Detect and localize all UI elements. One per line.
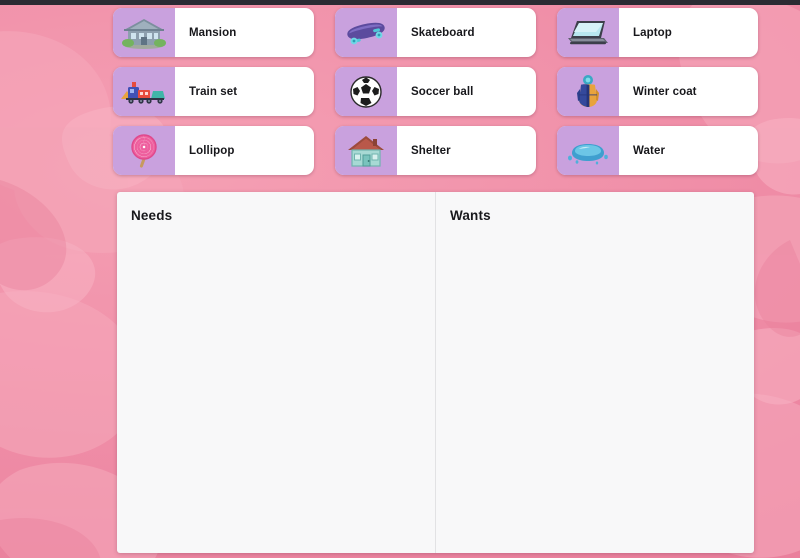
water-icon	[557, 126, 619, 175]
item-card-label: Winter coat	[633, 85, 697, 98]
item-card-label: Soccer ball	[411, 85, 474, 98]
item-card-label: Skateboard	[411, 26, 475, 39]
laptop-icon	[557, 8, 619, 57]
sorting-drop-panel: Needs Wants	[117, 192, 754, 553]
drop-zone-wants[interactable]: Wants	[435, 192, 754, 553]
drop-zone-needs[interactable]: Needs	[117, 192, 435, 553]
item-card-skateboard[interactable]: Skateboard	[335, 8, 536, 57]
card-row: Train set Soccer ball Winter coat	[113, 67, 758, 116]
item-card-soccer-ball[interactable]: Soccer ball	[335, 67, 536, 116]
shelter-icon	[335, 126, 397, 175]
item-card-label: Lollipop	[189, 144, 235, 157]
item-card-mansion[interactable]: Mansion	[113, 8, 314, 57]
item-card-label: Laptop	[633, 26, 672, 39]
item-card-label: Mansion	[189, 26, 237, 39]
item-card-label: Shelter	[411, 144, 451, 157]
card-row: Lollipop Shelter Water	[113, 126, 758, 175]
draggable-items-grid: Mansion Skateboard Laptop Train set Socc…	[113, 5, 758, 185]
item-card-laptop[interactable]: Laptop	[557, 8, 758, 57]
item-card-water[interactable]: Water	[557, 126, 758, 175]
item-card-label: Water	[633, 144, 666, 157]
item-card-train-set[interactable]: Train set	[113, 67, 314, 116]
lollipop-icon	[113, 126, 175, 175]
top-browser-strip	[0, 0, 800, 5]
mansion-icon	[113, 8, 175, 57]
train-set-icon	[113, 67, 175, 116]
item-card-shelter[interactable]: Shelter	[335, 126, 536, 175]
drop-zone-title: Wants	[450, 208, 491, 223]
drop-zone-title: Needs	[131, 208, 173, 223]
item-card-label: Train set	[189, 85, 238, 98]
soccer-ball-icon	[335, 67, 397, 116]
item-card-lollipop[interactable]: Lollipop	[113, 126, 314, 175]
card-row: Mansion Skateboard Laptop	[113, 8, 758, 57]
item-card-winter-coat[interactable]: Winter coat	[557, 67, 758, 116]
skateboard-icon	[335, 8, 397, 57]
winter-coat-icon	[557, 67, 619, 116]
